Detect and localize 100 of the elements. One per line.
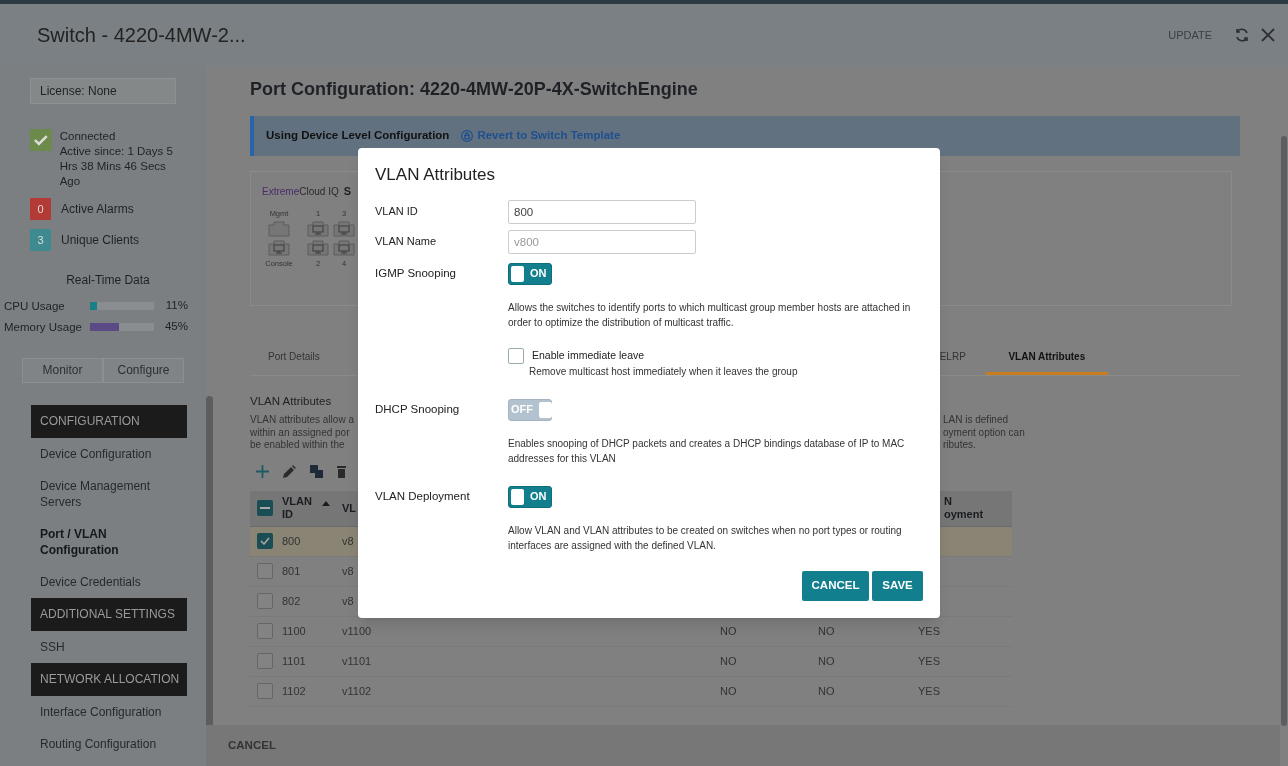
minus-icon — [260, 507, 270, 510]
description-text: LAN is defined — [943, 414, 1010, 427]
table-cell: v8 — [342, 535, 354, 547]
close-icon[interactable] — [1260, 27, 1276, 43]
license-field: License: None — [30, 78, 176, 104]
table-cell: 801 — [282, 565, 301, 577]
page-title: Port Configuration: 4220-4MW-20P-4X-SwitchEngine — [250, 78, 699, 100]
nav-section-header: CONFIGURATION — [31, 404, 187, 438]
meter-reading: 45% — [164, 319, 188, 335]
port-icon — [333, 239, 355, 256]
nav-item[interactable]: Device Configuration — [31, 437, 187, 470]
delete-icon[interactable] — [337, 465, 346, 479]
description-text: be enabled within the — [250, 439, 346, 452]
description-text: within an assigned por — [250, 426, 351, 440]
view-tab[interactable]: Monitor — [22, 357, 103, 383]
counter-label: Active Alarms — [61, 201, 134, 218]
section-title: VLAN Attributes — [250, 394, 332, 409]
checkbox-hint: Remove multicast host immediately when it leaves the group — [529, 364, 799, 379]
dialog-button[interactable]: SAVE — [872, 571, 923, 601]
tab[interactable]: VLAN Attributes — [985, 340, 1108, 375]
edit-icon[interactable] — [283, 465, 296, 479]
row-checkbox[interactable] — [257, 683, 273, 700]
nav-item[interactable]: Port / VLAN Configuration — [31, 517, 187, 566]
table-cell: 802 — [282, 595, 301, 607]
window-title: Switch - 4220-4MW-2... — [37, 23, 246, 48]
nav-section-header: NETWORK ALLOCATION — [31, 662, 187, 696]
row-checkbox[interactable] — [257, 623, 273, 640]
row-checkbox[interactable] — [257, 593, 273, 610]
meter-label: CPU Usage — [4, 299, 66, 312]
description-text: ributes. — [943, 439, 977, 452]
table-cell: v8 — [342, 565, 354, 577]
copy-icon[interactable] — [310, 465, 323, 479]
table-cell: NO — [818, 655, 835, 667]
toggle-switch[interactable]: ON — [508, 485, 552, 508]
nav-item[interactable]: Device Credentials — [31, 565, 187, 598]
checkbox-label: Enable immediate leave — [532, 347, 645, 363]
toggle-description: Allows the switches to identify ports to which multicast group member hosts are attached in order to optimize the distribution of multicast traffic. — [508, 300, 912, 330]
counter-label: Unique Clients — [61, 232, 140, 249]
brand-logo: ExtremeCloud IQ — [262, 184, 339, 199]
update-button[interactable]: UPDATE — [1168, 26, 1212, 44]
table-cell: v8 — [342, 595, 354, 607]
checkbox[interactable] — [508, 347, 524, 364]
tab[interactable]: Port Details — [250, 340, 338, 375]
count-badge: 0 — [30, 198, 51, 220]
column-header: VL — [342, 501, 357, 515]
nav-item[interactable]: SSH — [31, 630, 187, 663]
description-text: oyment option can — [943, 426, 1025, 440]
dialog-title: VLAN Attributes — [375, 164, 496, 186]
footer-cancel-button[interactable]: CANCEL — [228, 736, 276, 755]
table-cell: v1102 — [342, 685, 372, 697]
select-all-checkbox[interactable] — [257, 500, 273, 517]
column-header: N oyment — [944, 495, 984, 522]
nav-item[interactable]: Routing Configuration — [31, 727, 187, 760]
table-cell: NO — [818, 625, 835, 637]
table-cell: YES — [918, 685, 940, 697]
table-cell: NO — [720, 685, 737, 697]
table-cell: NO — [720, 625, 737, 637]
table-cell: NO — [818, 685, 835, 697]
field-label: VLAN ID — [375, 204, 419, 220]
row-checkbox[interactable] — [257, 653, 273, 670]
sort-ascending-icon[interactable] — [321, 500, 330, 506]
column-header: VLAN ID — [282, 495, 312, 522]
section-heading: Real-Time Data — [65, 272, 151, 289]
status-detail: Active since: 1 Days 5 Hrs 38 Mins 46 Secs Ago — [59, 144, 174, 189]
table-cell: 1101 — [282, 655, 306, 667]
toggle-description: Allow VLAN and VLAN attributes to be created on switches when no port types or routing interfaces are assigned with the defined VLAN. — [508, 523, 903, 553]
status-title: Connected — [59, 129, 117, 144]
text-field[interactable]: 800 — [508, 199, 696, 224]
toggle-label: DHCP Snooping — [375, 401, 461, 417]
table-cell: v1100 — [342, 625, 372, 637]
panel-heading: S — [343, 184, 352, 199]
meter-reading: 11% — [165, 298, 188, 313]
table-cell: NO — [720, 655, 737, 667]
toggle-description: Enables snooping of DHCP packets and creates a DHCP bindings database of IP to MAC addresses for this VLAN — [508, 436, 906, 466]
table-cell: 800 — [282, 535, 301, 547]
check-icon — [260, 537, 270, 546]
toggle-switch[interactable]: ON — [508, 262, 552, 285]
field-label: VLAN Name — [375, 234, 438, 250]
row-checkbox[interactable] — [257, 533, 273, 550]
nav-item[interactable]: Interface Configuration — [31, 695, 187, 728]
nav-section-header: ADDITIONAL SETTINGS — [31, 597, 187, 631]
tab[interactable]: ELRP — [921, 340, 984, 375]
toggle-label: VLAN Deployment — [375, 488, 471, 504]
port-icon — [307, 239, 329, 256]
toggle-label: IGMP Snooping — [375, 265, 457, 281]
port-icon — [268, 239, 290, 256]
add-icon[interactable] — [256, 465, 269, 479]
refresh-icon[interactable] — [1234, 27, 1250, 43]
table-cell: v1101 — [342, 655, 372, 667]
view-tab[interactable]: Configure — [103, 357, 184, 383]
table-cell: 1102 — [282, 685, 306, 697]
row-checkbox[interactable] — [257, 563, 273, 580]
lock-icon — [461, 130, 474, 142]
table-cell: 1100 — [282, 625, 306, 637]
nav-item[interactable]: Device Management Servers — [31, 469, 187, 518]
dialog-button[interactable]: CANCEL — [802, 571, 869, 601]
banner-text: Using Device Level Configuration — [266, 128, 450, 144]
table-cell: YES — [918, 625, 940, 637]
meter-label: Memory Usage — [4, 320, 83, 333]
description-text: VLAN attributes allow a — [250, 414, 355, 427]
